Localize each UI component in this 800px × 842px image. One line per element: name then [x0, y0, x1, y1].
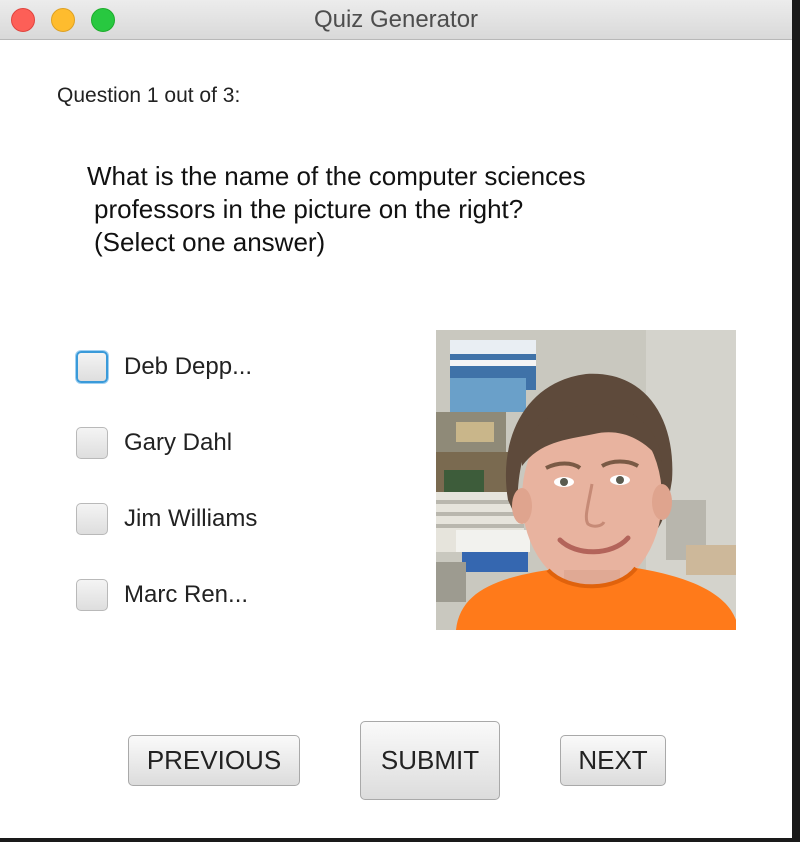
- option-checkbox[interactable]: [76, 579, 108, 611]
- window-edge: [792, 0, 800, 842]
- title-bar: Quiz Generator: [0, 0, 792, 40]
- question-text: What is the name of the computer science…: [87, 160, 586, 259]
- option-label: Jim Williams: [124, 505, 258, 532]
- question-counter: Question 1 out of 3:: [57, 84, 241, 107]
- option-checkbox[interactable]: [76, 351, 108, 383]
- professor-photo: [436, 330, 736, 630]
- option-jim-williams[interactable]: Jim Williams: [76, 501, 336, 537]
- question-line: What is the name of the computer science…: [87, 161, 586, 191]
- option-label: Marc Ren...: [124, 581, 249, 608]
- option-marc-ren[interactable]: Marc Ren...: [76, 577, 336, 613]
- option-deb-depp[interactable]: Deb Depp...: [76, 349, 336, 385]
- option-gary-dahl[interactable]: Gary Dahl: [76, 425, 336, 461]
- previous-button[interactable]: PREVIOUS: [128, 735, 300, 786]
- option-checkbox[interactable]: [76, 503, 108, 535]
- option-checkbox[interactable]: [76, 427, 108, 459]
- quiz-window: Quiz Generator Question 1 out of 3: What…: [0, 0, 792, 838]
- option-label: Deb Depp...: [124, 353, 253, 380]
- option-label: Gary Dahl: [124, 429, 233, 456]
- window-title: Quiz Generator: [313, 6, 479, 33]
- question-line: professors in the picture on the right?: [94, 194, 524, 224]
- next-button[interactable]: NEXT: [560, 735, 666, 786]
- submit-button[interactable]: SUBMIT: [360, 721, 500, 800]
- question-line: (Select one answer): [94, 227, 326, 257]
